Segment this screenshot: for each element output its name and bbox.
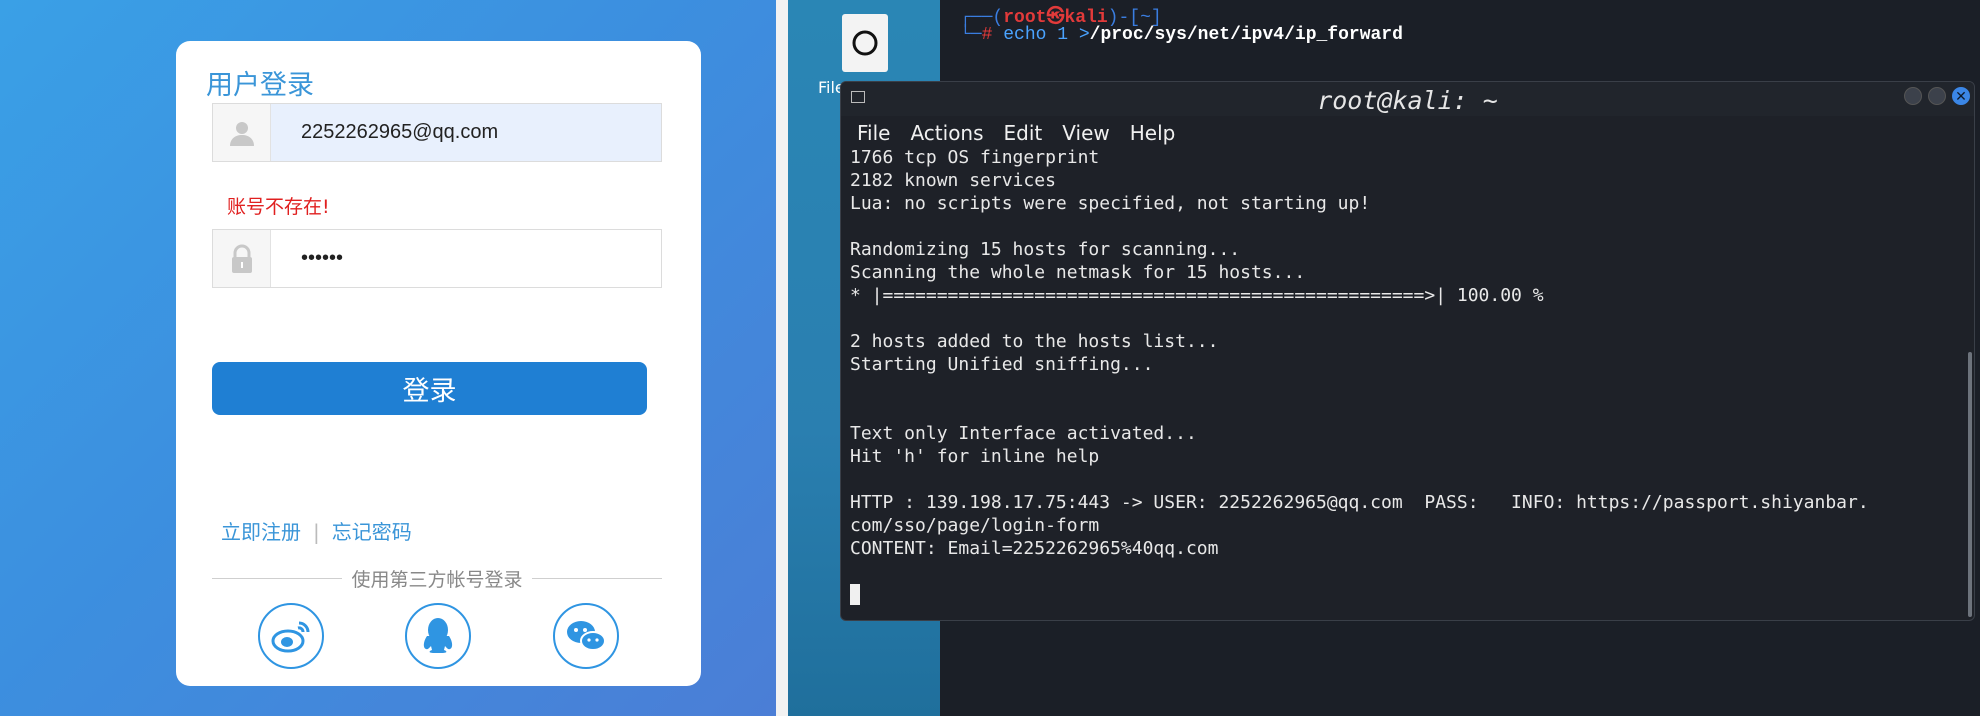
terminal-line: Lua: no scripts were specified, not star… [850, 193, 1371, 214]
terminal-cursor [850, 584, 860, 605]
email-field[interactable]: 2252262965@qq.com [212, 103, 662, 162]
login-page: 用户登录 2252262965@qq.com 账号不存在! •••••• 登录 … [0, 0, 776, 716]
terminal-line: Hit 'h' for inline help [850, 446, 1100, 467]
lock-icon [213, 230, 271, 287]
menu-file[interactable]: File [857, 121, 890, 145]
menu-view[interactable]: View [1062, 121, 1109, 145]
email-value[interactable]: 2252262965@qq.com [271, 104, 661, 161]
bg-terminal-command: echo 1 > [1003, 25, 1090, 45]
terminal-line: Starting Unified sniffing... [850, 354, 1154, 375]
minimize-button[interactable] [1904, 87, 1922, 105]
terminal-output[interactable]: 1766 tcp OS fingerprint 2182 known servic… [850, 146, 1962, 620]
screen: 用户登录 2252262965@qq.com 账号不存在! •••••• 登录 … [0, 0, 1980, 716]
terminal-line: Scanning the whole netmask for 15 hosts.… [850, 262, 1306, 283]
login-button[interactable]: 登录 [212, 362, 647, 415]
weibo-icon[interactable] [258, 603, 324, 669]
forgot-password-link[interactable]: 忘记密码 [332, 520, 412, 544]
login-card: 用户登录 2252262965@qq.com 账号不存在! •••••• 登录 … [176, 41, 701, 686]
terminal-line: * |=====================================… [850, 285, 1544, 306]
third-party-label: 使用第三方帐号登录 [345, 569, 529, 591]
window-divider [776, 0, 788, 716]
menu-edit[interactable]: Edit [1004, 121, 1043, 145]
terminal-line: com/sso/page/login-form [850, 515, 1100, 536]
login-links: 立即注册 | 忘记密码 [221, 516, 412, 545]
register-link[interactable]: 立即注册 [221, 520, 301, 544]
close-button[interactable]: ✕ [1952, 87, 1970, 105]
user-icon [213, 104, 271, 161]
terminal-line: 2 hosts added to the hosts list... [850, 331, 1219, 352]
maximize-button[interactable] [1928, 87, 1946, 105]
menu-help[interactable]: Help [1130, 121, 1176, 145]
terminal-window[interactable]: root@kali: ~ ✕ File Actions Edit View He… [840, 81, 1975, 621]
terminal-titlebar[interactable]: root@kali: ~ ✕ [841, 82, 1974, 116]
terminal-line: 1766 tcp OS fingerprint [850, 147, 1100, 168]
terminal-line: 2182 known services [850, 170, 1056, 191]
terminal-menubar: File Actions Edit View Help [841, 116, 1974, 150]
qq-icon[interactable] [405, 603, 471, 669]
file-system-icon[interactable] [842, 14, 888, 72]
link-separator: | [313, 520, 320, 544]
terminal-line: CONTENT: Email=2252262965%40qq.com [850, 538, 1219, 559]
password-value[interactable]: •••••• [271, 230, 661, 287]
bg-terminal-command-line: └─# echo 1 >/proc/sys/net/ipv4/ip_forwar… [960, 25, 1403, 45]
wechat-icon[interactable] [553, 603, 619, 669]
terminal-title: root@kali: ~ [1317, 86, 1498, 115]
error-message: 账号不存在! [227, 196, 330, 218]
terminal-line: Text only Interface activated... [850, 423, 1197, 444]
terminal-line: Randomizing 15 hosts for scanning... [850, 239, 1241, 260]
login-title: 用户登录 [206, 70, 314, 101]
bg-terminal-path: /proc/sys/net/ipv4/ip_forward [1089, 25, 1403, 45]
terminal-line: HTTP : 139.198.17.75:443 -> USER: 225226… [850, 492, 1869, 513]
menu-actions[interactable]: Actions [910, 121, 983, 145]
third-party-divider: 使用第三方帐号登录 [212, 563, 662, 593]
password-field[interactable]: •••••• [212, 229, 662, 288]
terminal-scrollbar[interactable] [1968, 352, 1972, 617]
